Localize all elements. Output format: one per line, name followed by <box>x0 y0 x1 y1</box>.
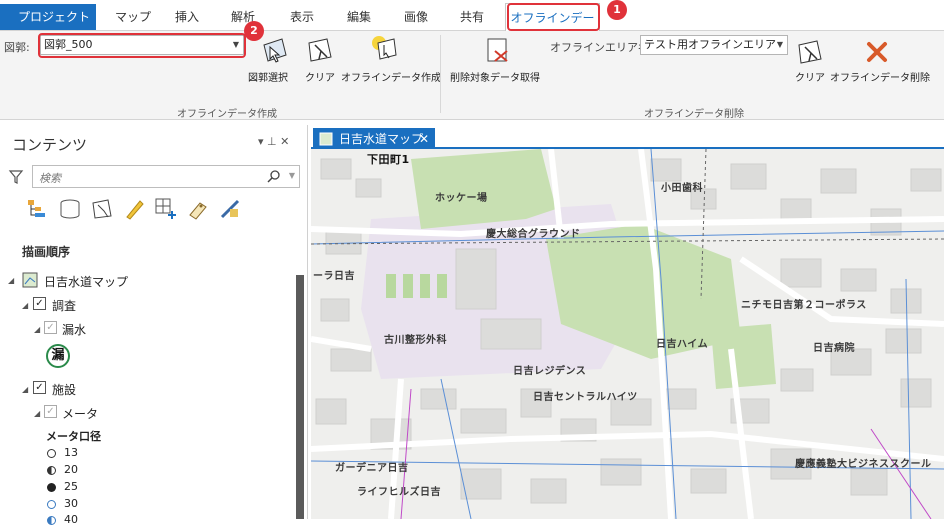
map-label: ホッケー場 <box>435 193 488 204</box>
map-label: 下田町1 <box>367 153 410 166</box>
layer1-checkbox[interactable]: ✓ <box>44 321 57 334</box>
layer2-checkbox[interactable]: ✓ <box>44 405 57 418</box>
map-view-tab[interactable]: 日吉水道マップ ✕ <box>313 128 435 150</box>
map-icon <box>319 132 333 146</box>
legend-title: メータ口径 <box>46 430 101 443</box>
tab-insert[interactable]: 挿入 <box>175 4 199 30</box>
contents-title: コンテンツ <box>12 136 88 154</box>
search-icon[interactable] <box>267 170 281 184</box>
offline-area-select[interactable]: テスト用オフラインエリア ▼ <box>640 35 788 55</box>
clear-selection-icon[interactable] <box>305 35 335 65</box>
pane-controls[interactable]: ▾ ⊥ ✕ <box>258 135 289 148</box>
tree-map-name[interactable]: 日吉水道マップ <box>44 273 128 290</box>
tab-view[interactable]: 表示 <box>290 4 314 30</box>
map-canvas[interactable]: 下田町1 ホッケー場 小田歯科 慶大総合グラウンド ーラ日吉 ニチモ日吉第２コー… <box>311 149 944 519</box>
legend-item: 20 <box>64 463 78 476</box>
tab-imagery[interactable]: 画像 <box>404 4 428 30</box>
legend-symbol-25 <box>47 483 56 492</box>
legend-item: 13 <box>64 446 78 459</box>
map-icon <box>22 272 38 288</box>
callout-box-1 <box>507 3 600 31</box>
expand-triangle-icon[interactable]: ◢ <box>34 409 40 418</box>
leak-symbol-icon: 漏 <box>46 344 70 368</box>
group-label-create: オフラインデータ作成 <box>177 109 277 120</box>
expand-triangle-icon[interactable]: ◢ <box>22 385 28 394</box>
list-by-labeling-icon[interactable] <box>186 197 210 221</box>
map-label: 古川整形外科 <box>384 335 447 346</box>
map-view-tab-label: 日吉水道マップ <box>339 132 424 146</box>
tree-layer-meter[interactable]: メータ <box>62 405 98 422</box>
delete-offline-button[interactable]: オフラインデータ削除 <box>830 69 930 84</box>
chevron-down-icon: ▼ <box>776 40 783 49</box>
select-extent-icon[interactable] <box>260 35 290 65</box>
contents-search-input[interactable]: 検索 ▼ <box>32 165 300 188</box>
legend-symbol-40 <box>47 516 56 525</box>
expand-triangle-icon[interactable]: ◢ <box>22 301 28 310</box>
legend-item: 40 <box>64 513 78 526</box>
group-label-delete: オフラインデータ削除 <box>644 109 744 120</box>
legend-item: 30 <box>64 497 78 510</box>
filter-icon[interactable] <box>8 169 24 185</box>
list-by-source-icon[interactable] <box>58 197 82 221</box>
offline-area-select-value: テスト用オフラインエリア <box>644 38 776 51</box>
search-placeholder: 検索 <box>39 172 61 185</box>
map-label: 日吉病院 <box>813 343 855 354</box>
map-label: ニチモ日吉第２コーポラス <box>741 300 867 311</box>
get-delete-target-icon[interactable] <box>483 35 513 65</box>
group2-checkbox[interactable]: ✓ <box>33 381 46 394</box>
chevron-down-icon[interactable]: ▼ <box>289 171 295 180</box>
legend-symbol-30 <box>47 500 56 509</box>
clear-button-1[interactable]: クリア <box>305 69 335 84</box>
list-by-perspective-icon[interactable] <box>218 197 242 221</box>
clear-area-icon[interactable] <box>795 37 825 67</box>
expand-triangle-icon[interactable]: ◢ <box>8 276 14 285</box>
tree-layer-leak[interactable]: 漏水 <box>62 321 86 338</box>
map-label: 慶大総合グラウンド <box>486 229 581 240</box>
ribbon-separator <box>440 35 441 113</box>
map-label: 日吉ハイム <box>656 339 709 350</box>
zukaku-label: 図郭: <box>4 41 30 54</box>
map-label: 慶應義塾大ビジネススクール <box>795 459 932 470</box>
list-by-selection-icon[interactable] <box>90 197 114 221</box>
map-label: ーラ日吉 <box>313 271 355 282</box>
close-icon[interactable]: ✕ <box>419 128 429 150</box>
group1-checkbox[interactable]: ✓ <box>33 297 46 310</box>
expand-triangle-icon[interactable]: ◢ <box>34 325 40 334</box>
map-label: ガーデニア日吉 <box>335 463 409 474</box>
ribbon-tabbar: プロジェクト マップ 挿入 解析 表示 編集 画像 共有 オフラインデータ <box>0 0 944 53</box>
contents-pane: コンテンツ ▾ ⊥ ✕ 検索 ▼ 描画順序 ◢ 日吉水道マップ ◢ ✓ 調査 ◢… <box>0 125 308 526</box>
legend-symbol-20 <box>47 466 56 475</box>
callout-badge-2: 2 <box>244 21 264 41</box>
get-delete-target-button[interactable]: 削除対象データ取得 <box>450 69 540 84</box>
list-by-drawing-order-icon[interactable] <box>26 197 50 221</box>
list-by-editing-icon[interactable] <box>122 197 146 221</box>
legend-symbol-13 <box>47 449 56 458</box>
callout-badge-1: 1 <box>607 0 627 20</box>
clear-button-2[interactable]: クリア <box>795 69 825 84</box>
tree-group-facility[interactable]: 施設 <box>52 381 76 398</box>
map-label: 日吉セントラルハイツ <box>533 392 638 403</box>
contents-scrollbar[interactable] <box>296 275 304 519</box>
delete-offline-icon[interactable] <box>862 37 892 67</box>
tab-project[interactable]: プロジェクト <box>0 4 96 30</box>
map-label: ライフヒルズ日吉 <box>357 487 441 498</box>
legend-item: 25 <box>64 480 78 493</box>
create-offline-icon[interactable] <box>370 33 400 63</box>
tab-share[interactable]: 共有 <box>460 4 484 30</box>
list-by-snapping-icon[interactable] <box>154 197 178 221</box>
tab-map[interactable]: マップ <box>115 4 151 30</box>
select-extent-button[interactable]: 図郭選択 <box>248 69 288 84</box>
callout-box-2 <box>38 33 246 58</box>
draw-order-heading: 描画順序 <box>22 245 71 259</box>
map-label: 日吉レジデンス <box>513 366 587 377</box>
create-offline-button[interactable]: オフラインデータ作成 <box>341 69 441 84</box>
tree-group-survey[interactable]: 調査 <box>52 297 76 314</box>
map-label: 小田歯科 <box>661 183 703 194</box>
offline-area-label: オフラインエリア名: <box>550 41 653 54</box>
map-view-tabbar: 日吉水道マップ ✕ <box>311 125 944 150</box>
tab-edit[interactable]: 編集 <box>347 4 371 30</box>
